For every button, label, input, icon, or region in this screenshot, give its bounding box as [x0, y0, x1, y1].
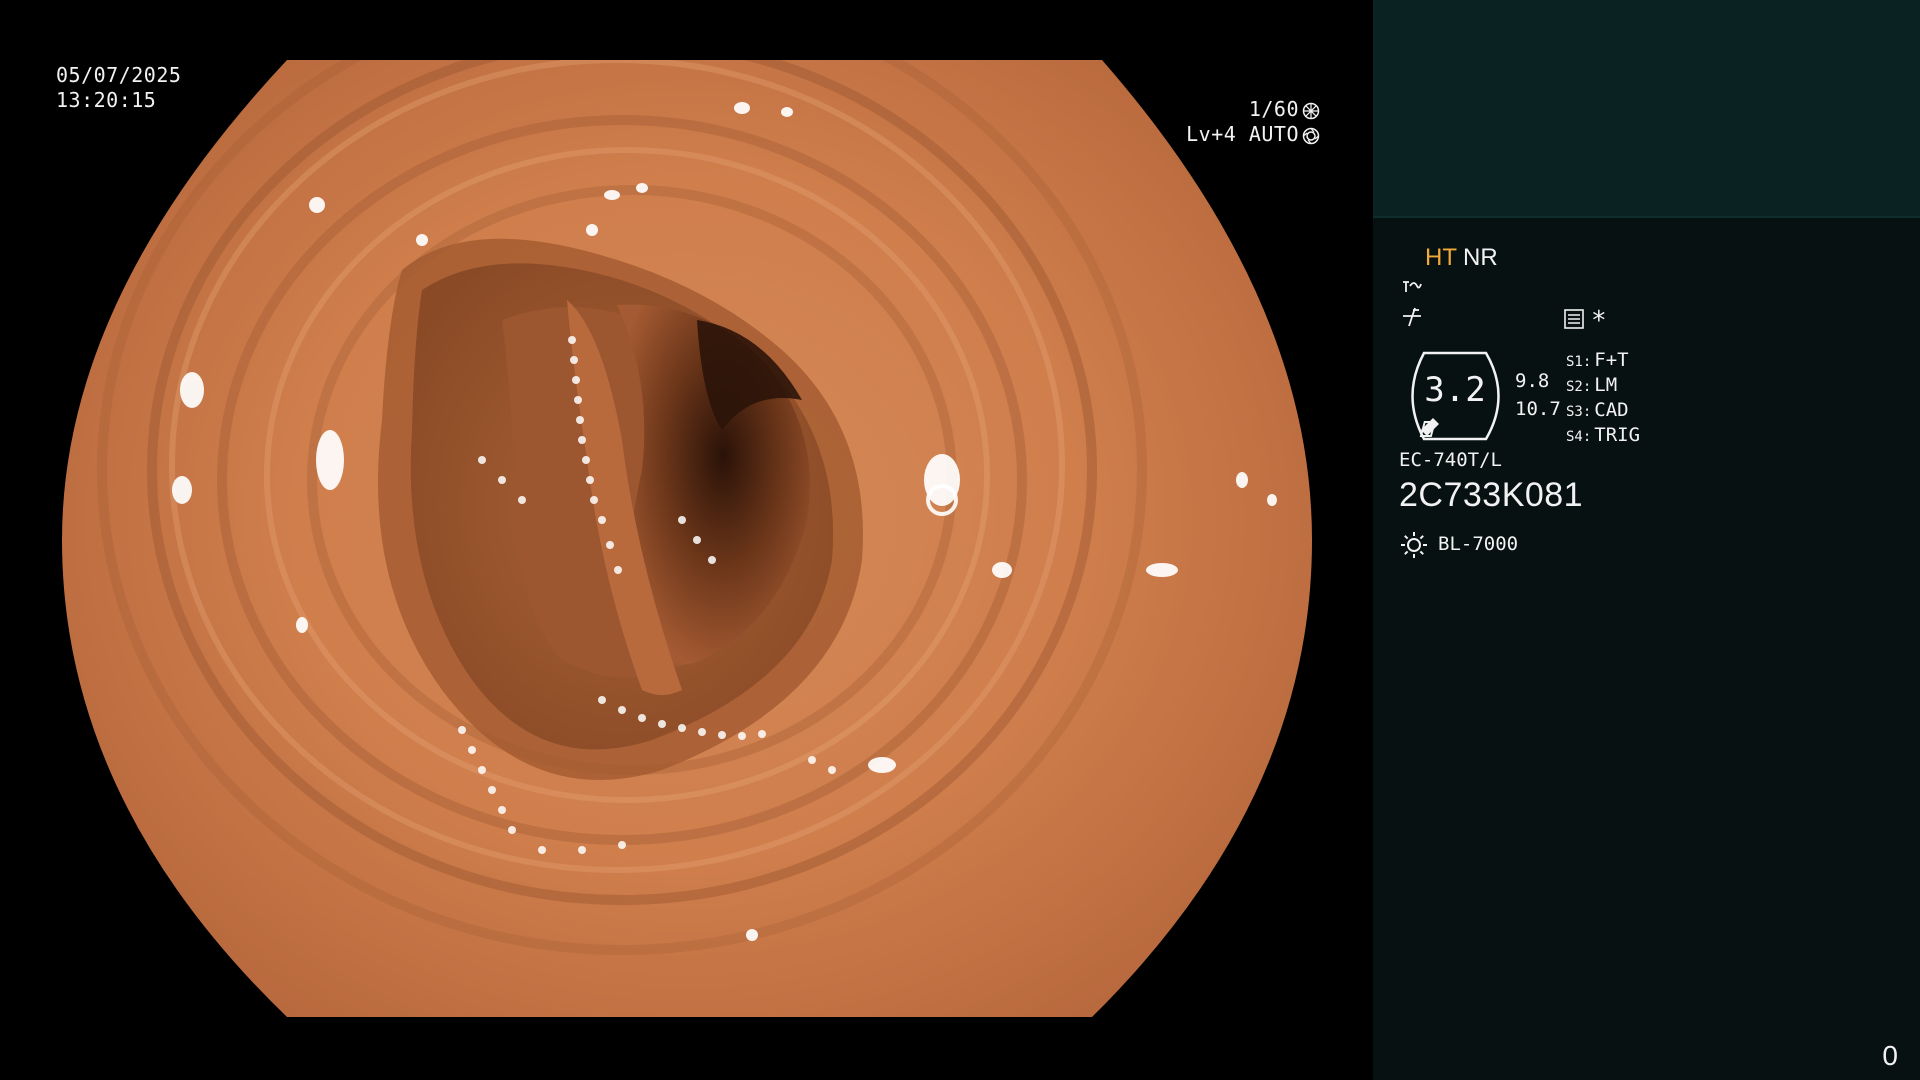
shutter-text: 1/60	[1248, 97, 1299, 121]
memo-icon	[1563, 308, 1585, 334]
slot-value: CAD	[1594, 399, 1629, 421]
zoom-value: 3.2	[1424, 370, 1486, 410]
time-text: 13:20:15	[56, 88, 157, 112]
value-top: 9.8	[1515, 370, 1550, 392]
shutter-row: 1/60	[1186, 97, 1320, 122]
panel-header	[1373, 0, 1920, 218]
endoscopic-image	[62, 0, 1312, 1080]
sun-icon	[1399, 530, 1429, 564]
slot-s1: S1: F+T	[1566, 349, 1629, 371]
iris-row: Lv+4 AUTO	[1186, 122, 1320, 147]
light-source-model: BL-7000	[1438, 533, 1519, 555]
slot-key: S2:	[1566, 379, 1592, 395]
slot-value: F+T	[1594, 349, 1629, 371]
star-indicator: *	[1591, 306, 1607, 336]
slot-value: TRIG	[1594, 424, 1641, 446]
exposure-readout: 1/60 Lv+4 AUTO	[1186, 97, 1320, 147]
slot-key: S1:	[1566, 354, 1592, 370]
enhancement-icon	[1401, 276, 1423, 300]
video-area: 05/07/2025 13:20:15 1/60 Lv+4 AUTO	[0, 0, 1373, 1080]
slot-s3: S3: CAD	[1566, 399, 1629, 421]
info-panel: HT NR * 3.2 9.8 10.7 S1: F+T S2: LM S3: …	[1373, 0, 1920, 1080]
frequency-icon	[1401, 306, 1423, 332]
value-bottom: 10.7	[1515, 398, 1561, 420]
mode-ht-label: HT	[1425, 244, 1457, 271]
scope-model: EC-740T/L	[1399, 449, 1502, 471]
frame-counter: 0	[1882, 1040, 1898, 1071]
slot-s4: S4: TRIG	[1566, 424, 1640, 446]
date-text: 05/07/2025	[56, 63, 182, 87]
slot-key: S3:	[1566, 404, 1592, 420]
iris-text: Lv+4 AUTO	[1186, 122, 1299, 146]
slot-s2: S2: LM	[1566, 374, 1617, 396]
mode-nr-label: NR	[1463, 244, 1498, 271]
scope-serial-number: 2C733K081	[1399, 476, 1584, 514]
slot-key: S4:	[1566, 429, 1592, 445]
iris-icon	[1302, 126, 1320, 144]
aperture-icon	[1302, 101, 1320, 119]
endoscope-monitor: 05/07/2025 13:20:15 1/60 Lv+4 AUTO HT NR…	[0, 0, 1920, 1080]
zoom-badge: 3.2	[1399, 350, 1517, 442]
date-time-readout: 05/07/2025 13:20:15	[56, 63, 181, 113]
slot-value: LM	[1594, 374, 1618, 396]
